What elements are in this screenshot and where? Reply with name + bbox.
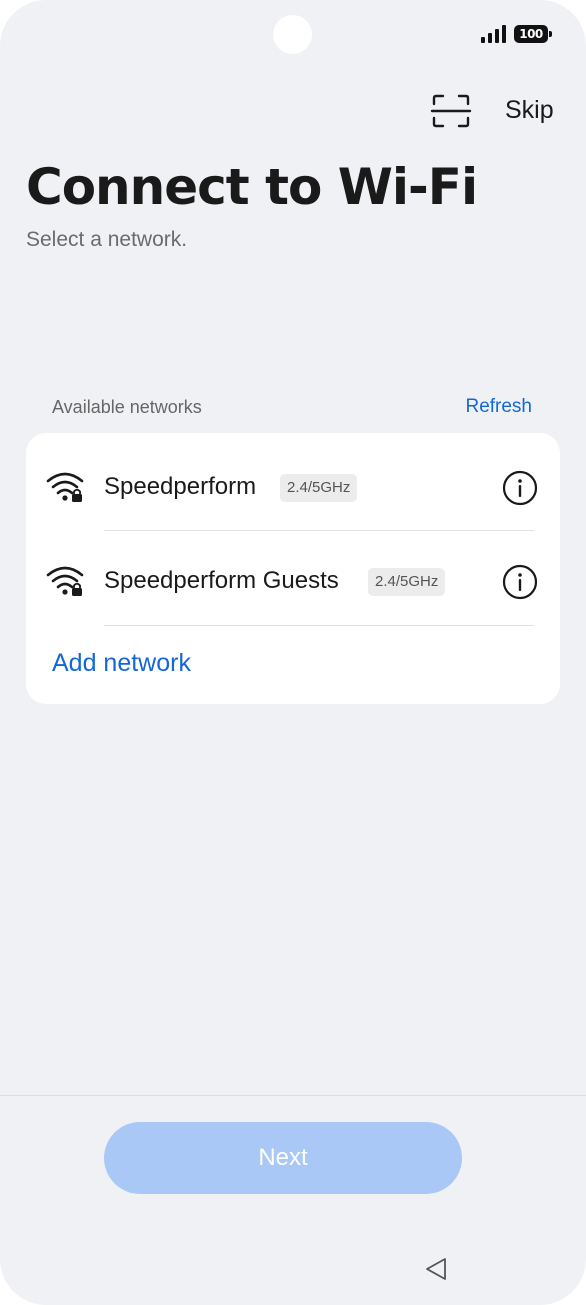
network-item-speedperform-guests[interactable]: Speedperform Guests 2.4/5GHz xyxy=(26,531,560,625)
band-badge: 2.4/5GHz xyxy=(280,474,358,502)
network-item-speedperform[interactable]: Speedperform 2.4/5GHz xyxy=(26,437,560,531)
wifi-locked-icon xyxy=(46,472,84,502)
back-nav-icon[interactable] xyxy=(424,1256,450,1282)
next-button[interactable]: Next xyxy=(104,1122,462,1194)
skip-button[interactable]: Skip xyxy=(505,96,554,125)
signal-icon xyxy=(481,25,506,43)
footer-divider xyxy=(0,1095,586,1096)
battery-icon: 100 xyxy=(514,25,552,43)
page-title: Connect to Wi-Fi xyxy=(26,158,478,216)
band-badge: 2.4/5GHz xyxy=(368,568,446,596)
available-networks-label: Available networks xyxy=(52,397,202,417)
info-icon[interactable] xyxy=(502,470,538,506)
page-subtitle: Select a network. xyxy=(26,228,188,251)
refresh-button[interactable]: Refresh xyxy=(465,396,532,418)
add-network-button[interactable]: Add network xyxy=(52,649,191,678)
qr-scan-icon[interactable] xyxy=(430,92,472,130)
battery-level: 100 xyxy=(519,27,543,41)
row-divider xyxy=(104,625,534,626)
phone-screen: 100 Skip Connect to Wi-Fi Select a netwo… xyxy=(0,0,586,1305)
network-list: Speedperform 2.4/5GHz Speedperform Guest… xyxy=(26,433,560,704)
network-name: Speedperform Guests xyxy=(104,567,339,594)
wifi-locked-icon xyxy=(46,566,84,596)
status-bar: 100 xyxy=(481,24,552,44)
front-camera xyxy=(273,15,312,54)
info-icon[interactable] xyxy=(502,564,538,600)
network-name: Speedperform xyxy=(104,473,257,500)
